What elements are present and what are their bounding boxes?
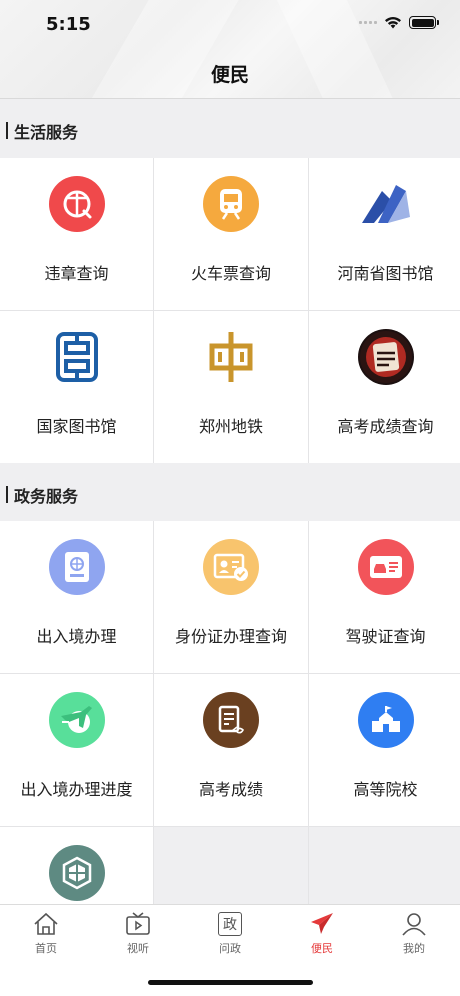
- page-title: 便民: [210, 64, 249, 86]
- section-title: 生活服务: [14, 123, 79, 142]
- tab-label: 首页: [35, 942, 57, 955]
- service-label: 火车票查询: [190, 264, 271, 283]
- violation-icon: [48, 176, 105, 232]
- header: 5:15 便民: [0, 0, 460, 99]
- gaokao-badge-icon: [357, 329, 414, 385]
- service-label: 违章查询: [44, 264, 109, 283]
- zhengzhou-metro-logo-icon: [203, 329, 259, 385]
- service-gaokao-score[interactable]: 高考成绩: [154, 674, 308, 826]
- tab-label: 便民: [311, 942, 333, 955]
- service-label: 出入境办理进度: [20, 780, 133, 799]
- battery-icon: [409, 16, 439, 29]
- home-icon: [34, 912, 58, 935]
- service-national-library[interactable]: 国家图书馆: [0, 311, 153, 463]
- status-indicators: [359, 16, 439, 29]
- national-library-logo-icon: [49, 329, 105, 385]
- tab-wenzheng[interactable]: 政 问政: [184, 911, 276, 956]
- service-exit-entry-progress[interactable]: 出入境办理进度: [0, 674, 153, 826]
- cellular-signal-icon: [359, 21, 377, 24]
- service-label: 高等院校: [353, 780, 418, 799]
- service-universities[interactable]: 高等院校: [309, 674, 460, 826]
- wenzheng-icon: 政: [218, 912, 242, 936]
- section-header-life: 生活服务: [0, 100, 460, 158]
- service-henan-library[interactable]: 河南省图书馆: [309, 158, 460, 310]
- section-header-government: 政务服务: [0, 464, 460, 522]
- service-id-card[interactable]: 身份证办理查询: [154, 521, 308, 673]
- service-label: 身份证办理查询: [174, 627, 287, 646]
- train-icon: [203, 176, 259, 232]
- tab-label: 问政: [219, 942, 241, 955]
- tab-audio-video[interactable]: 视听: [92, 911, 184, 956]
- tab-mine[interactable]: 我的: [368, 911, 460, 956]
- section-title: 政务服务: [14, 487, 79, 506]
- service-gaokao-score-query[interactable]: 高考成绩查询: [309, 311, 460, 463]
- tv-icon: [126, 912, 150, 935]
- service-label: 出入境办理: [36, 627, 117, 646]
- service-label: 驾驶证查询: [345, 627, 426, 646]
- user-icon: [402, 913, 426, 936]
- wenzheng-glyph: 政: [223, 917, 237, 933]
- wifi-icon: [385, 17, 401, 29]
- service-driver-license[interactable]: 驾驶证查询: [309, 521, 460, 673]
- home-indicator: [148, 980, 313, 985]
- tab-label: 我的: [403, 942, 425, 955]
- service-violation-query[interactable]: 违章查询: [0, 158, 153, 310]
- score-sheet-icon: [203, 692, 259, 748]
- plane-progress-icon: [48, 692, 105, 748]
- id-card-icon: [203, 539, 259, 595]
- service-label: 郑州地铁: [198, 417, 263, 436]
- service-exit-entry[interactable]: 出入境办理: [0, 521, 153, 673]
- tab-convenience[interactable]: 便民: [276, 911, 368, 956]
- service-label: 国家图书馆: [36, 417, 117, 436]
- screen: 5:15 便民 生活服务 违章查询 火车票查询 河南省图书馆 国家图书馆 郑州地…: [0, 0, 460, 996]
- driver-license-icon: [357, 539, 414, 595]
- service-train-ticket[interactable]: 火车票查询: [154, 158, 308, 310]
- service-label: 高考成绩查询: [337, 417, 434, 436]
- section-marker: [6, 122, 8, 139]
- tab-label: 视听: [127, 942, 149, 955]
- tab-home[interactable]: 首页: [0, 911, 92, 956]
- passport-icon: [48, 539, 105, 595]
- shield-icon: [48, 845, 105, 901]
- service-label: 高考成绩: [198, 780, 263, 799]
- henan-library-logo-icon: [358, 176, 414, 232]
- life-services-grid: 违章查询 火车票查询 河南省图书馆 国家图书馆 郑州地铁 高考成绩查询: [0, 158, 460, 463]
- service-label: 河南省图书馆: [337, 264, 434, 283]
- school-icon: [357, 692, 414, 748]
- status-time: 5:15: [46, 14, 91, 35]
- section-marker: [6, 486, 8, 503]
- service-zhengzhou-metro[interactable]: 郑州地铁: [154, 311, 308, 463]
- paper-plane-icon: [311, 913, 333, 934]
